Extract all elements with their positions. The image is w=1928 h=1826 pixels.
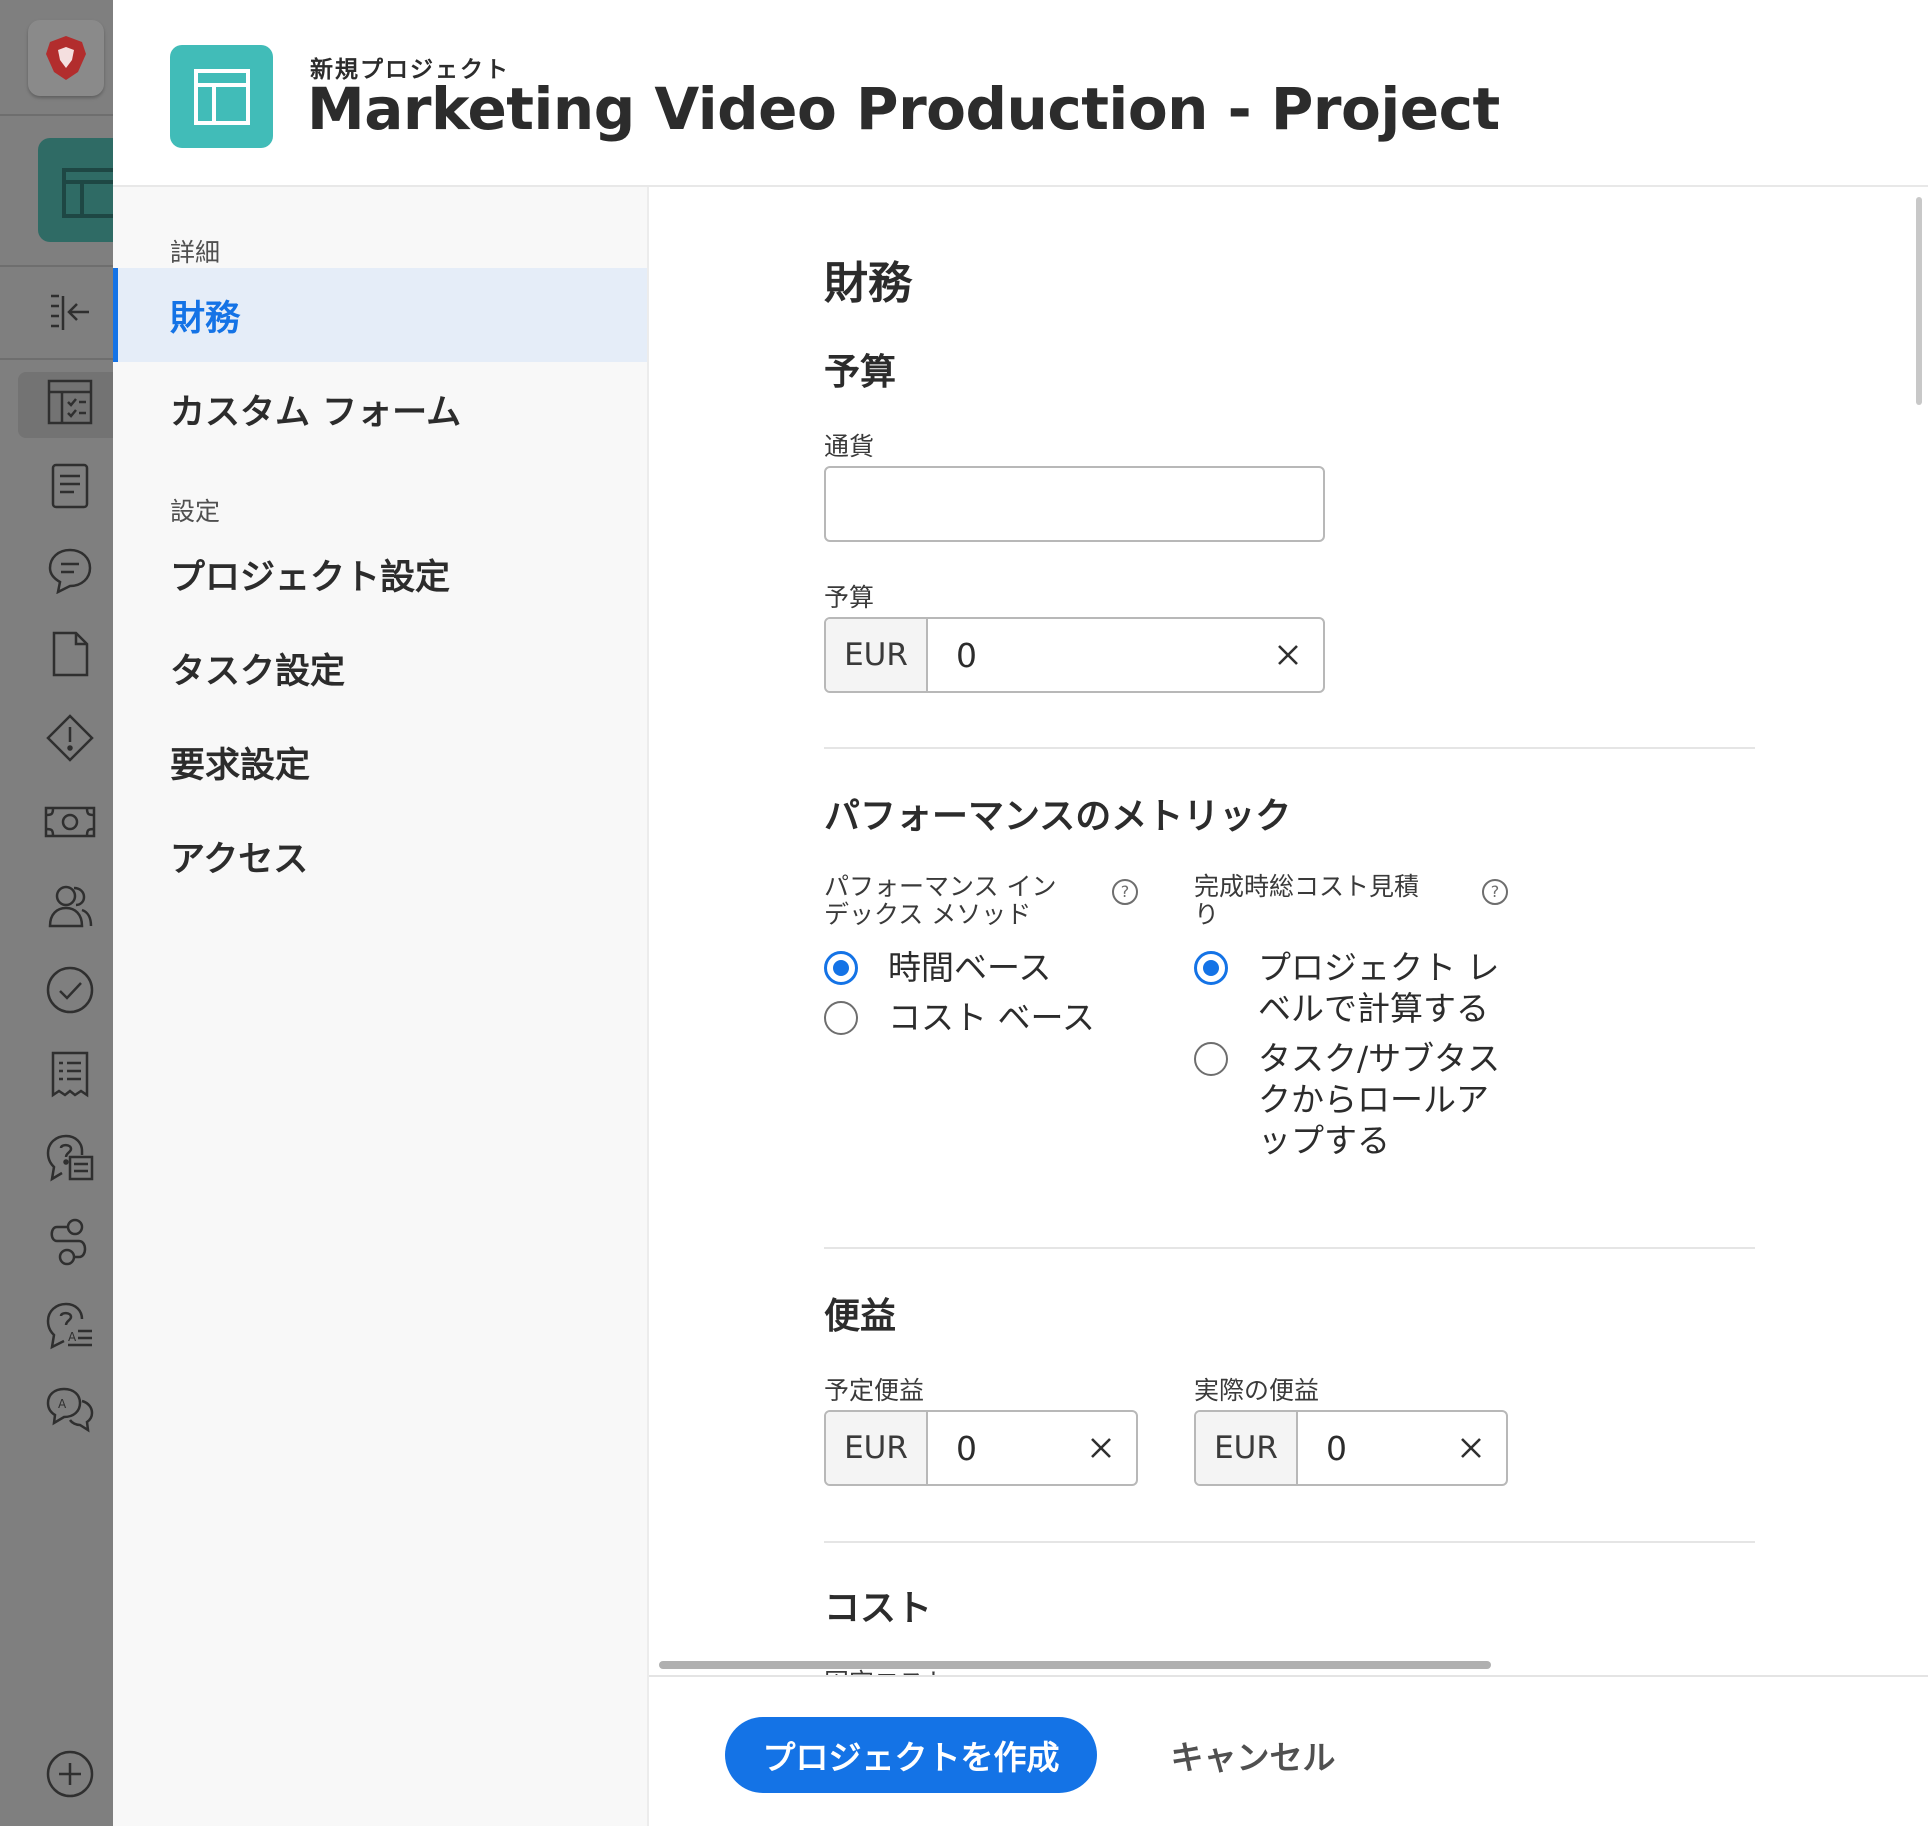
radio-project-level-control[interactable] (1194, 951, 1228, 985)
radio-project-level[interactable]: プロジェクト レ ベルで計算する (1194, 947, 1500, 1029)
request-icon[interactable] (40, 1128, 100, 1188)
nav-item-custom-forms[interactable]: カスタム フォーム (113, 362, 647, 456)
currency-input[interactable] (826, 468, 1323, 540)
add-icon[interactable] (40, 1744, 100, 1804)
collapse-menu-icon[interactable] (40, 283, 100, 343)
radio-time-based[interactable]: 時間ベース (824, 947, 1051, 988)
divider (824, 1247, 1755, 1249)
horizontal-scrollbar[interactable] (659, 1661, 1491, 1669)
planned-benefit-value[interactable]: 0 (928, 1412, 1066, 1484)
actual-benefit-value[interactable]: 0 (1298, 1412, 1436, 1484)
eac-label: 完成時総コスト見積 り (1194, 872, 1420, 929)
nav-item-finance[interactable]: 財務 (113, 268, 647, 362)
nav-item-project-settings[interactable]: プロジェクト設定 (113, 527, 647, 621)
comment-icon[interactable] (40, 540, 100, 600)
create-project-button[interactable]: プロジェクトを作成 (725, 1717, 1097, 1793)
issue-icon[interactable] (40, 708, 100, 768)
divider (824, 1541, 1755, 1543)
radio-cost-based[interactable]: コスト ベース (824, 997, 1095, 1038)
chat-icon[interactable]: A (40, 1380, 100, 1440)
actual-benefit-currency-code: EUR (1196, 1412, 1298, 1484)
radio-cost-based-control[interactable] (824, 1001, 858, 1035)
brave-logo-icon[interactable] (28, 20, 104, 96)
timesheet-icon[interactable] (40, 1044, 100, 1104)
budget-field[interactable]: EUR 0 (824, 617, 1325, 693)
project-icon (170, 45, 273, 148)
project-list-icon[interactable] (40, 372, 100, 432)
nav-item-request-settings[interactable]: 要求設定 (113, 715, 647, 809)
workflow-icon[interactable] (40, 1212, 100, 1272)
dialog-header: 新規プロジェクト Marketing Video Production - Pr… (113, 0, 1928, 187)
dialog-footer: プロジェクトを作成 キャンセル (649, 1675, 1928, 1826)
nav-section-details: 詳細 (170, 238, 221, 267)
document-icon[interactable] (40, 456, 100, 516)
budget-currency-code: EUR (826, 619, 928, 691)
template-request-icon[interactable]: A (40, 1296, 100, 1356)
svg-text:A: A (58, 1397, 67, 1411)
settings-nav: 詳細 財務 カスタム フォーム 設定 プロジェクト設定 タスク設定 要求設定 ア… (113, 187, 649, 1826)
cost-section-title: コスト (824, 1588, 933, 1629)
radio-task-rollup-control[interactable] (1194, 1042, 1228, 1076)
currency-label: 通貨 (824, 432, 875, 461)
benefit-section-title: 便益 (824, 1296, 897, 1337)
budget-value[interactable]: 0 (928, 619, 1253, 691)
performance-section-title: パフォーマンスのメトリック (824, 796, 1292, 837)
currency-field[interactable] (824, 466, 1325, 542)
radio-time-based-control[interactable] (824, 951, 858, 985)
budget-label: 予算 (824, 583, 875, 612)
finance-form[interactable]: 財務 予算 通貨 予算 EUR 0 パフォーマンスのメトリック パフォーマンス … (649, 187, 1928, 1675)
app-rail: A A (0, 0, 128, 1826)
clear-icon[interactable] (1436, 1412, 1506, 1484)
nav-item-task-settings[interactable]: タスク設定 (113, 621, 647, 715)
nav-item-access[interactable]: アクセス (113, 809, 647, 903)
vertical-scrollbar[interactable] (1916, 197, 1922, 405)
planned-benefit-currency-code: EUR (826, 1412, 928, 1484)
actual-benefit-field[interactable]: EUR 0 (1194, 1410, 1508, 1486)
pim-label: パフォーマンス イン デックス メソッド (824, 872, 1057, 929)
eac-help-icon[interactable]: ? (1482, 879, 1508, 905)
divider (824, 747, 1755, 749)
planned-benefit-field[interactable]: EUR 0 (824, 1410, 1138, 1486)
svg-text:A: A (68, 1330, 77, 1344)
radio-task-rollup[interactable]: タスク/サブタス クからロールア ップする (1194, 1038, 1500, 1161)
approval-check-icon[interactable] (40, 960, 100, 1020)
page-title: 財務 (824, 258, 912, 309)
cancel-button[interactable]: キャンセル (1143, 1717, 1363, 1793)
file-icon[interactable] (40, 624, 100, 684)
planned-benefit-label: 予定便益 (824, 1376, 925, 1405)
budget-section-title: 予算 (824, 352, 897, 393)
clear-icon[interactable] (1253, 619, 1323, 691)
actual-benefit-label: 実際の便益 (1194, 1376, 1320, 1405)
clear-icon[interactable] (1066, 1412, 1136, 1484)
project-title: Marketing Video Production - Project (307, 75, 1500, 143)
pim-help-icon[interactable]: ? (1112, 879, 1138, 905)
money-icon[interactable] (40, 792, 100, 852)
users-icon[interactable] (40, 876, 100, 936)
nav-section-settings: 設定 (170, 497, 221, 526)
